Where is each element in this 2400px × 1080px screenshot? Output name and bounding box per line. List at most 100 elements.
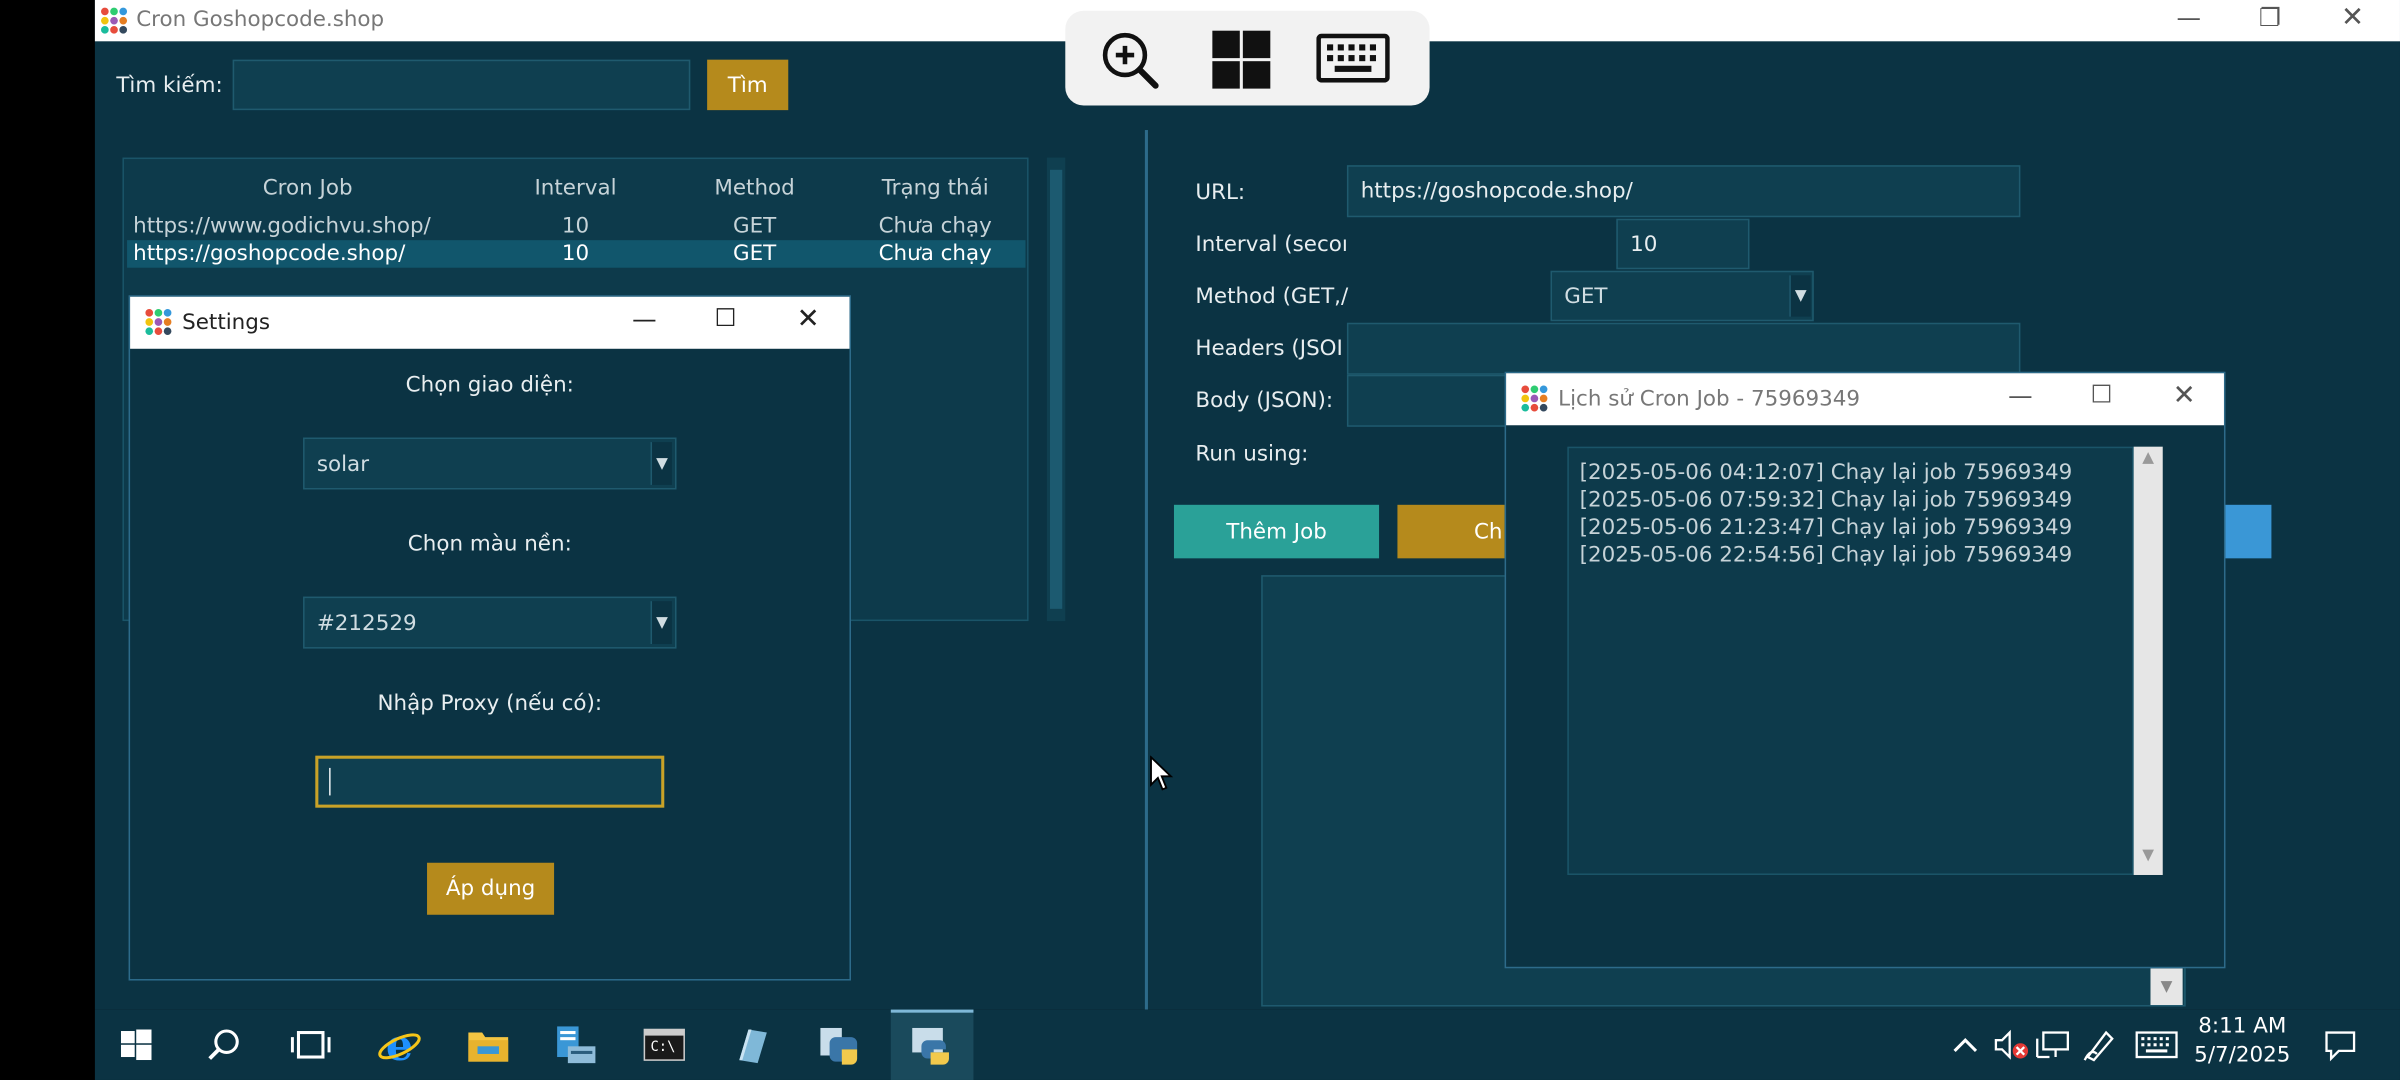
- scrollbar-thumb[interactable]: [1049, 169, 1063, 609]
- log-entry: [2025-05-06 04:12:07] Chạy lại job 75969…: [1579, 460, 2073, 485]
- cell-method: GET: [732, 214, 777, 239]
- chevron-down-icon[interactable]: ▼: [2150, 968, 2183, 1006]
- search-icon[interactable]: [197, 1019, 249, 1071]
- url-input[interactable]: https://goshopcode.shop/: [1346, 165, 2021, 218]
- headers-label: Headers (JSOI: [1195, 336, 1343, 362]
- column-header-interval[interactable]: Interval: [499, 176, 652, 200]
- clock[interactable]: 8:11 AM 5/7/2025: [2192, 1014, 2293, 1068]
- maximize-button[interactable]: ☐: [703, 303, 749, 332]
- cell-status: Chưa chạy: [878, 241, 992, 267]
- history-scrollbar[interactable]: ▲ ▼: [2133, 446, 2163, 875]
- method-select-value: GET: [1564, 284, 1608, 309]
- run-using-label: Run using:: [1195, 442, 1309, 467]
- app-logo-icon: [145, 308, 172, 336]
- cell-interval: 10: [561, 214, 590, 239]
- keyboard-icon[interactable]: [1316, 33, 1390, 89]
- interval-label: Interval (secoı: [1195, 232, 1348, 257]
- column-header-status[interactable]: Trạng thái: [859, 176, 1012, 200]
- maximize-button[interactable]: ☐: [2079, 379, 2125, 408]
- cell-url: https://www.godichvu.shop/: [133, 214, 431, 239]
- internet-explorer-icon[interactable]: e: [373, 1019, 425, 1071]
- search-button[interactable]: Tìm: [707, 59, 789, 111]
- chevron-up-icon[interactable]: ▲: [2134, 450, 2163, 471]
- close-button[interactable]: ✕: [2330, 2, 2376, 34]
- table-row[interactable]: https://goshopcode.shop/ 10 GET Chưa chạ…: [127, 240, 1026, 268]
- proxy-input[interactable]: [315, 755, 665, 808]
- search-input[interactable]: [232, 59, 691, 111]
- chevron-up-icon[interactable]: [1939, 1019, 1991, 1071]
- method-select[interactable]: GET ▼: [1550, 270, 1814, 322]
- apply-button[interactable]: Áp dụng: [427, 862, 555, 915]
- cell-status: Chưa chạy: [878, 214, 992, 239]
- notification-center-icon[interactable]: [2314, 1019, 2366, 1071]
- settings-titlebar: Settings — ☐ ✕: [130, 296, 850, 349]
- start-windows-icon[interactable]: [110, 1019, 162, 1071]
- history-titlebar: Lịch sử Cron Job - 75969349 — ☐ ✕: [1506, 373, 2224, 426]
- notepad-icon[interactable]: [726, 1019, 778, 1071]
- minimize-button[interactable]: —: [621, 304, 667, 333]
- file-explorer-icon[interactable]: [462, 1019, 514, 1071]
- method-label: Method (GET,/: [1195, 284, 1349, 309]
- body-label: Body (JSON):: [1195, 388, 1334, 414]
- history-log[interactable]: [2025-05-06 04:12:07] Chạy lại job 75969…: [1567, 446, 2134, 875]
- touch-keyboard-icon[interactable]: [2131, 1019, 2183, 1071]
- theme-select-value: solar: [316, 452, 370, 478]
- headers-input[interactable]: [1346, 322, 2021, 375]
- log-entry: [2025-05-06 22:54:56] Chạy lại job 75969…: [1579, 543, 2073, 568]
- cell-interval: 10: [561, 241, 590, 267]
- task-view-icon[interactable]: [285, 1019, 337, 1071]
- app-logo-icon: [1521, 385, 1548, 412]
- restore-button[interactable]: ❐: [2247, 3, 2293, 32]
- chevron-down-icon[interactable]: ▼: [1789, 275, 1811, 317]
- log-entry: [2025-05-06 21:23:47] Chạy lại job 75969…: [1579, 515, 2073, 540]
- network-icon[interactable]: [2027, 1019, 2079, 1071]
- command-prompt-icon[interactable]: C:\: [638, 1019, 690, 1071]
- column-header-method[interactable]: Method: [678, 176, 831, 200]
- cell-method: GET: [732, 241, 777, 267]
- theme-label: Chọn giao diện:: [405, 373, 574, 398]
- interval-input[interactable]: 10: [1616, 218, 1750, 270]
- server-manager-icon[interactable]: [549, 1019, 601, 1071]
- zoom-in-icon[interactable]: [1099, 29, 1160, 96]
- gold-action-button[interactable]: Ch: [1397, 504, 1508, 559]
- table-row[interactable]: https://www.godichvu.shop/ 10 GET Chưa c…: [124, 213, 1027, 241]
- panel-splitter[interactable]: [1144, 130, 1148, 1010]
- text-caret: [329, 767, 331, 796]
- minimize-button[interactable]: —: [1997, 381, 2043, 410]
- svg-text:C:\: C:\: [651, 1039, 676, 1055]
- column-header-cron-job[interactable]: Cron Job: [231, 176, 384, 200]
- cell-url: https://goshopcode.shop/: [133, 241, 406, 267]
- clock-date: 5/7/2025: [2194, 1043, 2291, 1068]
- history-dialog: Lịch sử Cron Job - 75969349 — ☐ ✕ [2025-…: [1504, 371, 2226, 969]
- chevron-down-icon[interactable]: ▼: [650, 601, 672, 645]
- table-scrollbar[interactable]: [1046, 157, 1066, 622]
- close-button[interactable]: ✕: [785, 303, 831, 335]
- pen-icon[interactable]: [2074, 1019, 2126, 1071]
- app-logo-icon: [101, 7, 128, 34]
- taskbar: e C:\ 8:11 AM 5/7/2025: [94, 1009, 2400, 1080]
- minimize-button[interactable]: —: [2166, 3, 2212, 32]
- settings-dialog: Settings — ☐ ✕ Chọn giao diện: solar ▼ C…: [128, 295, 852, 981]
- python-app-icon[interactable]: [906, 1019, 958, 1071]
- proxy-label: Nhập Proxy (nếu có):: [377, 691, 603, 716]
- chevron-down-icon[interactable]: ▼: [650, 442, 672, 485]
- blue-action-button[interactable]: [2223, 504, 2272, 559]
- windows-logo-icon[interactable]: [1212, 30, 1271, 95]
- add-job-button[interactable]: Thêm Job: [1173, 504, 1380, 559]
- search-label: Tìm kiếm:: [116, 73, 223, 98]
- body-input[interactable]: [1346, 374, 1516, 427]
- close-button[interactable]: ✕: [2161, 379, 2207, 411]
- mouse-cursor-icon: [1149, 755, 1174, 799]
- history-title: Lịch sử Cron Job - 75969349: [1558, 387, 1861, 412]
- window-title: Cron Goshopcode.shop: [136, 7, 385, 33]
- svg-text:e: e: [386, 1022, 413, 1068]
- settings-title: Settings: [182, 310, 271, 336]
- chevron-down-icon[interactable]: ▼: [2134, 847, 2163, 868]
- log-entry: [2025-05-06 07:59:32] Chạy lại job 75969…: [1579, 487, 2073, 513]
- bg-color-label: Chọn màu nền:: [407, 532, 572, 557]
- python-idle-icon[interactable]: [814, 1019, 866, 1071]
- remote-toolbar: [1065, 10, 1430, 106]
- theme-select[interactable]: solar ▼: [303, 437, 677, 490]
- bg-color-select[interactable]: #212529 ▼: [303, 596, 677, 649]
- bg-color-select-value: #212529: [316, 611, 417, 637]
